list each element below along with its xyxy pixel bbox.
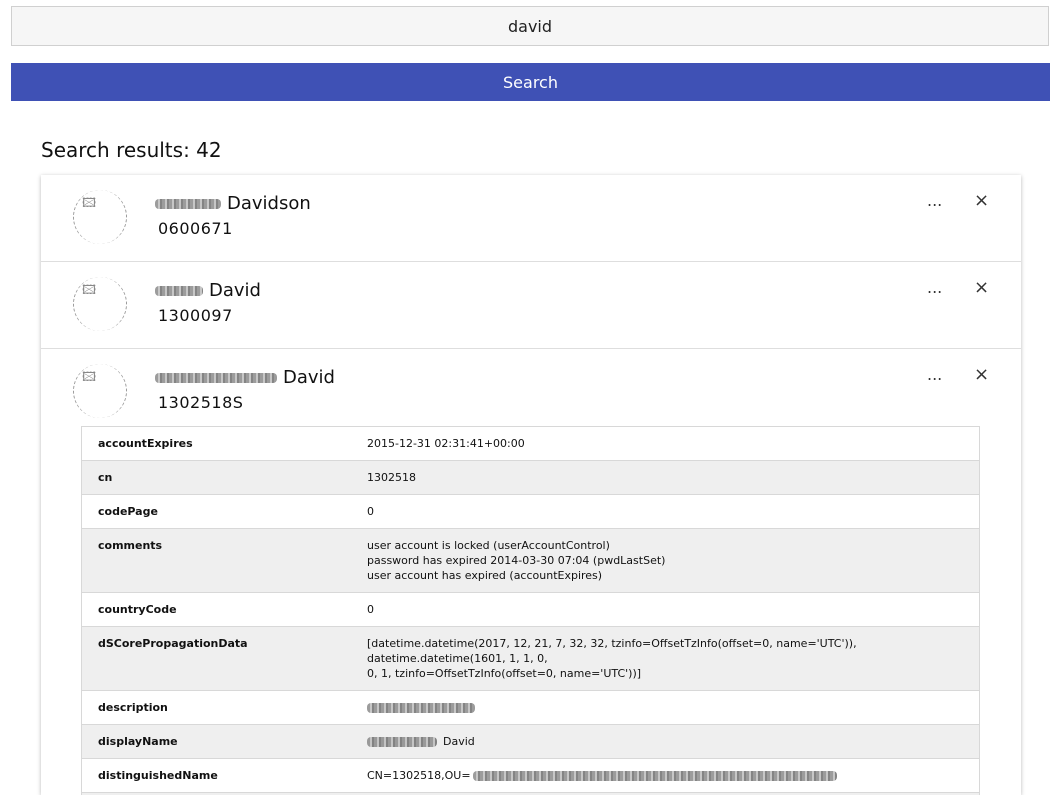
attribute-value: CN=1302518,OU= bbox=[351, 759, 980, 793]
redacted-description bbox=[367, 703, 475, 713]
more-options-button[interactable]: ... bbox=[927, 278, 942, 297]
table-row: cn 1302518 bbox=[82, 461, 980, 495]
attribute-value: 0 bbox=[351, 593, 980, 627]
broken-image-icon: 🖾 bbox=[82, 281, 96, 303]
result-name: Davidson bbox=[155, 193, 311, 214]
table-row: countryCode 0 bbox=[82, 593, 980, 627]
close-button[interactable]: × bbox=[974, 364, 989, 385]
search-button[interactable]: Search bbox=[11, 63, 1050, 101]
comment-line: user account has expired (accountExpires… bbox=[367, 568, 963, 583]
result-item[interactable]: 🖾 David 1300097 ... × bbox=[41, 262, 1021, 349]
table-row: distinguishedName CN=1302518,OU= bbox=[82, 759, 980, 793]
redacted-first-name bbox=[155, 286, 203, 296]
result-id: 1300097 bbox=[158, 306, 233, 325]
attribute-value: 0 bbox=[351, 495, 980, 529]
attribute-key: codePage bbox=[82, 495, 352, 529]
close-button[interactable]: × bbox=[974, 190, 989, 211]
attributes-table: accountExpires 2015-12-31 02:31:41+00:00… bbox=[81, 426, 980, 795]
redacted-display-name bbox=[367, 737, 437, 747]
table-row: codePage 0 bbox=[82, 495, 980, 529]
redacted-first-name bbox=[155, 199, 221, 209]
attribute-key: distinguishedName bbox=[82, 759, 352, 793]
attribute-value: David bbox=[351, 725, 980, 759]
table-row: comments user account is locked (userAcc… bbox=[82, 529, 980, 593]
attribute-value: 2015-12-31 02:31:41+00:00 bbox=[351, 427, 980, 461]
table-row: description bbox=[82, 691, 980, 725]
attribute-key: description bbox=[82, 691, 352, 725]
attribute-value: user account is locked (userAccountContr… bbox=[351, 529, 980, 593]
attribute-value: 1302518 bbox=[351, 461, 980, 495]
results-panel: 🖾 Davidson 0600671 ... × 🖾 David 1300097… bbox=[41, 175, 1021, 795]
avatar: 🖾 bbox=[73, 190, 127, 244]
comment-line: user account is locked (userAccountContr… bbox=[367, 538, 963, 553]
more-options-button[interactable]: ... bbox=[927, 365, 942, 384]
close-button[interactable]: × bbox=[974, 277, 989, 298]
result-item[interactable]: 🖾 Davidson 0600671 ... × bbox=[41, 175, 1021, 262]
more-options-button[interactable]: ... bbox=[927, 191, 942, 210]
attribute-value bbox=[351, 691, 980, 725]
results-count: Search results: 42 bbox=[41, 138, 222, 162]
redacted-ou-path bbox=[473, 771, 837, 781]
table-row: accountExpires 2015-12-31 02:31:41+00:00 bbox=[82, 427, 980, 461]
comment-line: password has expired 2014-03-30 07:04 (p… bbox=[367, 553, 963, 568]
attribute-key: accountExpires bbox=[82, 427, 352, 461]
attribute-key: comments bbox=[82, 529, 352, 593]
result-id: 0600671 bbox=[158, 219, 233, 238]
attribute-key: cn bbox=[82, 461, 352, 495]
redacted-first-name bbox=[155, 373, 277, 383]
avatar: 🖾 bbox=[73, 277, 127, 331]
broken-image-icon: 🖾 bbox=[82, 368, 96, 390]
avatar: 🖾 bbox=[73, 364, 127, 418]
table-row: dSCorePropagationData [datetime.datetime… bbox=[82, 627, 980, 691]
attribute-key: displayName bbox=[82, 725, 352, 759]
broken-image-icon: 🖾 bbox=[82, 194, 96, 216]
search-input[interactable] bbox=[11, 6, 1049, 46]
attribute-key: countryCode bbox=[82, 593, 352, 627]
value-line: 0, 1, tzinfo=OffsetTzInfo(offset=0, name… bbox=[367, 666, 963, 681]
table-row: displayName David bbox=[82, 725, 980, 759]
result-id: 1302518S bbox=[158, 393, 243, 412]
attribute-key: dSCorePropagationData bbox=[82, 627, 352, 691]
attribute-value: [datetime.datetime(2017, 12, 21, 7, 32, … bbox=[351, 627, 980, 691]
value-line: [datetime.datetime(2017, 12, 21, 7, 32, … bbox=[367, 636, 963, 666]
result-name: David bbox=[155, 280, 261, 301]
result-name: David bbox=[155, 367, 335, 388]
